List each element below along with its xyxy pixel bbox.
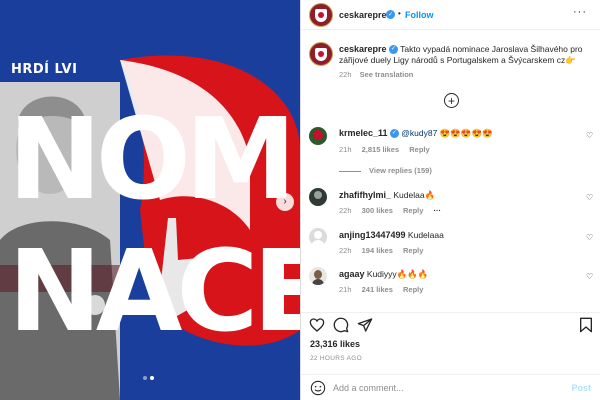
share-icon[interactable] [357,317,373,333]
comment-avatar[interactable] [309,127,327,145]
comment-like-heart-icon[interactable]: ♡ [586,233,593,242]
reply-button[interactable]: Reply [403,206,423,215]
action-bar [301,312,600,336]
comment-2: zhafifhylmi_ Kudelaa🔥 [339,190,569,201]
carousel-dot [143,376,147,380]
heart-icon[interactable] [309,317,325,333]
comment-3: anjing13447499 Kudelaaa [339,230,569,241]
comment-4: agaay Kudiyyy🔥🔥🔥 [339,269,569,280]
comment-text: Kudiyyy🔥🔥🔥 [366,269,429,279]
comment-time: 22h [339,206,352,215]
carousel-next-button[interactable]: › [276,193,294,211]
likes-count[interactable]: 23,316 likes [310,339,360,349]
comment-likes[interactable]: 300 likes [362,206,393,215]
word-line-1: NOMI [8,95,300,225]
comment-meta: 21h 2,815 likes Reply [339,145,430,154]
comment-time: 22h [339,246,352,255]
comment-likes[interactable]: 241 likes [362,285,393,294]
word-line-2: NACE [8,227,300,357]
header-username[interactable]: ceskarepre [339,10,387,20]
post-header: ceskarepre ✓ • Follow ··· [301,0,600,30]
comment-more-icon[interactable]: ··· [434,206,442,215]
verified-badge-icon: ✓ [389,129,399,139]
verified-badge-icon: ✓ [386,10,395,19]
media-artwork: NOMI NACE [0,55,300,400]
comment-time: 21h [339,145,352,154]
header-separator: • [398,9,401,18]
comment-like-heart-icon[interactable]: ♡ [586,193,593,202]
comment-input[interactable] [333,381,553,395]
comment-meta: 22h 300 likes Reply ··· [339,206,441,215]
comment-text: Kudelaa🔥 [393,190,436,200]
comment-icon[interactable] [333,317,349,333]
caption-meta: 22h See translation [339,70,413,79]
comment-username[interactable]: zhafifhylmi_ [339,190,391,200]
comment-avatar[interactable] [309,188,327,206]
add-comment-bar: Post [301,374,600,400]
comment-likes[interactable]: 2,815 likes [362,145,400,154]
post-media[interactable]: NOMI NACE HRDÍ LVI › [0,0,300,400]
caption: ceskarepre ✓ Takto vypadá nominace Jaros… [339,44,594,66]
comment-text: 😍😍😍😍😍 [437,128,493,138]
reply-button[interactable]: Reply [409,145,429,154]
comment-avatar[interactable] [309,267,327,285]
comment-mention[interactable]: @kudy87 [401,128,437,138]
post-sidebar: ceskarepre ✓ • Follow ··· ceskarepre ✓ T… [300,0,600,400]
comment-avatar[interactable] [309,228,327,246]
comment-1: krmelec_11 ✓ @kudy87 😍😍😍😍😍 [339,128,569,139]
post-time[interactable]: 22 HOURS AGO [310,355,362,362]
comment-username[interactable]: krmelec_11 [339,128,388,138]
see-translation-link[interactable]: See translation [360,70,414,79]
smiley-icon[interactable] [310,380,326,396]
plus-circle-icon[interactable]: + [444,93,459,108]
post-button[interactable]: Post [571,383,591,393]
caption-time[interactable]: 22h [339,70,352,79]
carousel-dots [143,376,154,380]
reply-button[interactable]: Reply [403,285,423,294]
caption-avatar[interactable] [309,42,333,66]
reply-button[interactable]: Reply [403,246,423,255]
comment-likes[interactable]: 194 likes [362,246,393,255]
bookmark-icon[interactable] [579,317,593,333]
comment-text: Kudelaaa [407,230,444,240]
comment-username[interactable]: anjing13447499 [339,230,406,240]
account-avatar[interactable] [309,3,333,27]
verified-badge-icon: ✓ [388,45,398,55]
comment-like-heart-icon[interactable]: ♡ [586,131,593,140]
view-replies[interactable]: View replies (159) [339,166,432,175]
caption-username[interactable]: ceskarepre [339,44,387,54]
comment-username[interactable]: agaay [339,269,365,279]
comment-like-heart-icon[interactable]: ♡ [586,272,593,281]
comment-meta: 22h 194 likes Reply [339,246,423,255]
comment-time: 21h [339,285,352,294]
carousel-dot-active [150,376,154,380]
chevron-right-icon: › [283,196,287,207]
follow-button[interactable]: Follow [405,10,434,20]
view-replies-label[interactable]: View replies (159) [369,166,432,175]
more-options-icon[interactable]: ··· [573,6,587,18]
media-tagline: HRDÍ LVI [11,62,78,77]
comment-meta: 21h 241 likes Reply [339,285,423,294]
divider [339,170,361,172]
